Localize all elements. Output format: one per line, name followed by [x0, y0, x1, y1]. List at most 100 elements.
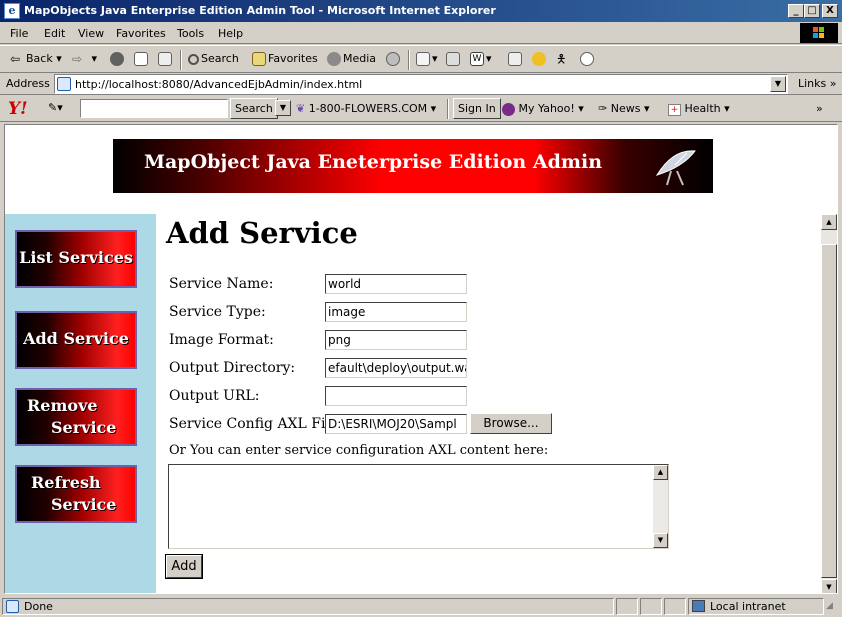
news-link[interactable]: ✑ News ▾ [598, 102, 649, 115]
yahoo-messenger-icon [532, 52, 546, 66]
forward-button[interactable]: ⇨ ▾ [72, 52, 97, 66]
menu-favorites[interactable]: Favorites [116, 27, 166, 40]
local-intranet-icon [692, 599, 705, 612]
yahoo-search-input[interactable] [80, 99, 228, 118]
satellite-dish-icon [655, 150, 696, 186]
browse-button[interactable]: Browse... [470, 413, 552, 434]
page-done-icon [6, 599, 19, 613]
status-bar: Done Local intranet ◢ [0, 596, 842, 617]
yahoo-search-button[interactable]: Search [230, 98, 278, 119]
add-button[interactable]: Add [165, 554, 203, 579]
address-bar: Address http://localhost:8080/AdvancedEj… [0, 73, 842, 95]
service-type-input[interactable]: image [325, 302, 467, 322]
flower-icon: ❦ [296, 102, 306, 115]
scroll-down-arrow-icon[interactable]: ▼ [653, 533, 668, 548]
axl-content-textarea[interactable]: ▲ ▼ [168, 464, 669, 549]
refresh-button[interactable] [134, 52, 150, 66]
address-dropdown-arrow[interactable]: ▼ [770, 76, 786, 92]
contacts-icon: 🯅 [556, 52, 567, 66]
health-label: Health [684, 102, 721, 115]
banner-title: MapObject Java Eneterprise Edition Admin [143, 151, 603, 173]
standard-toolbar: ⇦ Back ▾ ⇨ ▾ Search Favorites Media ▾ W ▾ … [0, 45, 842, 73]
toolbar-separator [447, 99, 449, 119]
print-icon [446, 52, 460, 66]
edit-button[interactable]: W ▾ [470, 52, 492, 66]
output-url-label: Output URL: [169, 388, 260, 404]
list-services-button[interactable]: List Services [15, 230, 137, 288]
health-link[interactable]: + Health ▾ [668, 102, 730, 116]
scroll-down-arrow-icon[interactable]: ▼ [821, 579, 837, 593]
links-label: Links [798, 77, 827, 90]
print-button[interactable] [446, 52, 462, 66]
home-button[interactable] [158, 52, 174, 66]
menu-edit[interactable]: Edit [44, 27, 65, 40]
links-button[interactable]: Links » [798, 77, 837, 90]
back-button[interactable]: ⇦ Back ▾ [10, 52, 62, 66]
page-scrollbar[interactable]: ▲ ▼ [821, 214, 837, 593]
history-icon [386, 52, 400, 66]
status-cell [640, 598, 662, 615]
left-navigation: List Services Add Service Remove Service… [5, 214, 156, 593]
address-input[interactable]: http://localhost:8080/AdvancedEjbAdmin/i… [54, 74, 788, 94]
favorites-button[interactable]: Favorites [252, 52, 318, 66]
resize-grip-icon[interactable]: ◢ [826, 601, 833, 611]
config-axl-file-input[interactable]: D:\ESRI\MOJ20\Sampl [325, 414, 467, 434]
output-directory-input[interactable]: efault\deploy\output.war [325, 358, 467, 378]
yahoo-search-dropdown[interactable]: ▼ [275, 100, 291, 116]
scroll-up-arrow-icon[interactable]: ▲ [821, 214, 837, 230]
zone-text: Local intranet [710, 600, 786, 613]
stop-icon [110, 52, 124, 66]
chat-button[interactable] [580, 52, 596, 66]
refresh-icon [134, 52, 148, 66]
flowers-link[interactable]: ❦ 1-800-FLOWERS.COM ▾ [296, 102, 436, 115]
add-service-button[interactable]: Add Service [15, 311, 137, 369]
image-format-input[interactable]: png [325, 330, 467, 350]
axl-content-prompt: Or You can enter service configuration A… [169, 443, 549, 458]
media-button[interactable]: Media [327, 52, 376, 66]
menu-file[interactable]: File [10, 27, 28, 40]
links-more-chevron: » [829, 77, 837, 90]
back-label: Back [26, 52, 53, 65]
refresh-service-label-line2: Service [51, 495, 117, 514]
service-name-label: Service Name: [169, 276, 274, 292]
yahoo-more-chevron[interactable]: » [816, 102, 823, 115]
output-url-input[interactable] [325, 386, 467, 406]
scroll-up-arrow-icon[interactable]: ▲ [653, 465, 668, 480]
favorites-icon [252, 52, 266, 66]
chat-bubble-icon [580, 52, 594, 66]
my-yahoo-label: My Yahoo! [518, 102, 575, 115]
remove-service-label-line1: Remove [27, 396, 98, 415]
ie-icon: e [4, 3, 20, 19]
minimize-button[interactable]: _ [788, 4, 804, 18]
menu-view[interactable]: View [78, 27, 104, 40]
sign-in-button[interactable]: Sign In [453, 98, 501, 119]
image-format-label: Image Format: [169, 332, 274, 348]
menu-tools[interactable]: Tools [177, 27, 204, 40]
stop-button[interactable] [110, 52, 126, 66]
search-label: Search [201, 52, 239, 65]
scrollbar-thumb[interactable] [821, 244, 837, 578]
service-name-input[interactable]: world [325, 274, 467, 294]
my-yahoo-icon [502, 102, 515, 116]
list-services-label: List Services [19, 248, 133, 267]
status-main-cell [2, 598, 614, 615]
discuss-button[interactable] [508, 52, 524, 66]
search-button[interactable]: Search [188, 52, 239, 65]
menu-help[interactable]: Help [218, 27, 243, 40]
my-yahoo-link[interactable]: My Yahoo! ▾ [502, 102, 584, 116]
address-url: http://localhost:8080/AdvancedEjbAdmin/i… [75, 78, 363, 91]
messenger-button[interactable] [532, 52, 548, 66]
history-button[interactable] [386, 52, 402, 66]
maximize-button[interactable]: □ [804, 4, 820, 18]
mail-button[interactable]: ▾ [416, 52, 438, 66]
yahoo-logo[interactable]: Y! [8, 99, 28, 119]
home-icon [158, 52, 172, 66]
add-service-label: Add Service [23, 329, 129, 348]
textarea-scrollbar[interactable]: ▲ ▼ [653, 465, 668, 548]
close-button[interactable]: X [822, 4, 838, 18]
contacts-button[interactable]: 🯅 [556, 52, 572, 66]
remove-service-button[interactable]: Remove Service [15, 388, 137, 446]
pencil-icon[interactable]: ✎▾ [48, 101, 63, 114]
refresh-service-button[interactable]: Refresh Service [15, 465, 137, 523]
discuss-icon [508, 52, 522, 66]
